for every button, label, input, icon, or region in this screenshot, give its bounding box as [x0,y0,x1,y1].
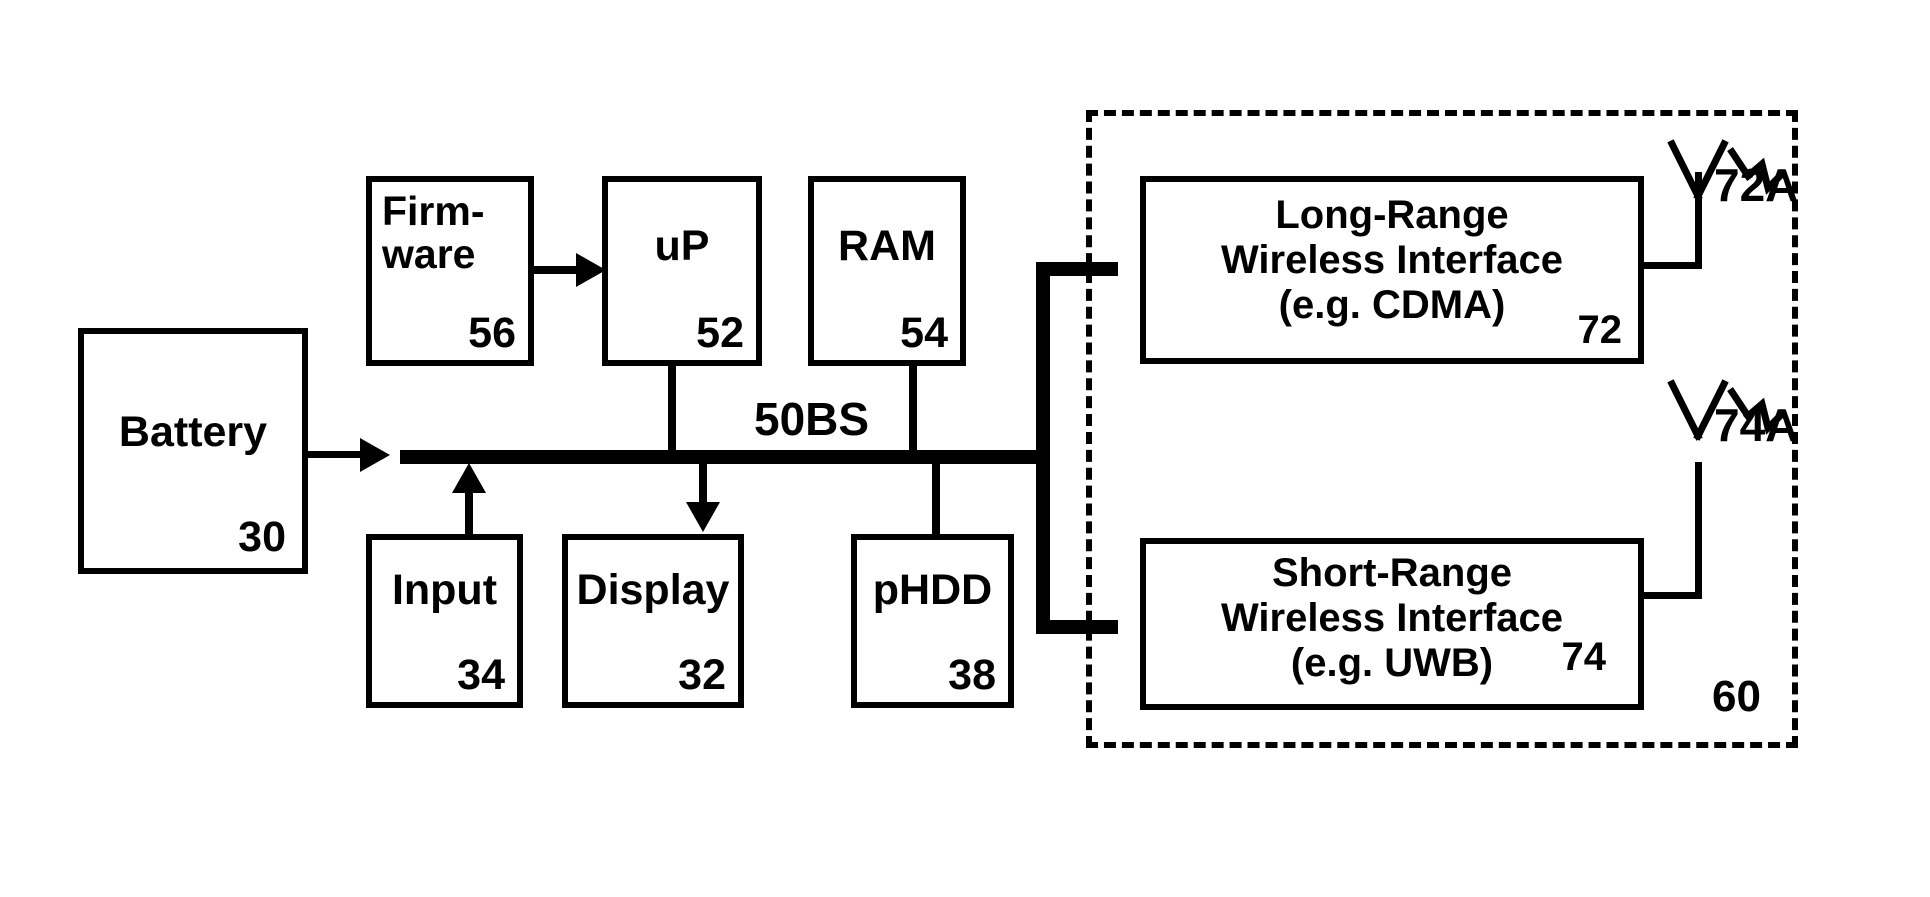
input-to-bus-line [465,492,473,536]
up-to-bus-line [668,366,676,456]
short-range-antenna-ref-label: 74A [1714,399,1799,451]
ram-block[interactable]: RAM 54 [808,176,966,366]
firmware-to-up-arrowhead [576,253,606,287]
system-bus-right-trunk [1036,262,1050,634]
block-diagram-figure: 60 Battery 30 Firm- ware 56 uP 52 RAM 54… [0,0,1930,897]
long-range-wireless-interface-label: Long-Range Wireless Interface (e.g. CDMA… [1220,193,1564,327]
battery-block[interactable]: Battery 30 [78,328,308,574]
long-range-wireless-interface-ref: 72 [1577,308,1623,352]
wireless-enclosure-ref-label: 60 [1712,672,1761,721]
ram-block-ref: 54 [900,309,948,357]
microprocessor-block-label: uP [654,222,710,270]
battery-to-bus-arrowhead [360,438,390,472]
input-block-label: Input [391,566,498,614]
display-block-ref: 32 [678,651,726,699]
firmware-block-ref: 56 [468,309,516,357]
ram-to-bus-line [909,366,917,456]
long-range-antenna-feed-line [1644,262,1702,269]
phdd-block-label: pHDD [872,566,993,614]
display-block[interactable]: Display 32 [562,534,744,708]
bus-branch-short-range [1036,620,1118,634]
bus-to-display-line [699,462,707,506]
firmware-block-label: Firm- ware [382,188,485,278]
display-block-label: Display [576,566,730,614]
ram-block-label: RAM [838,222,936,270]
long-range-wireless-interface-block[interactable]: Long-Range Wireless Interface (e.g. CDMA… [1140,176,1644,364]
short-range-antenna-feed-line [1644,592,1702,599]
microprocessor-block-ref: 52 [696,309,744,357]
input-block-ref: 34 [457,651,505,699]
input-block[interactable]: Input 34 [366,534,523,708]
system-bus-line [400,450,1050,464]
bus-to-display-arrowhead [686,502,720,532]
battery-block-ref: 30 [238,513,286,561]
phdd-block[interactable]: pHDD 38 [851,534,1014,708]
short-range-wireless-interface-ref: 74 [1561,635,1607,679]
microprocessor-block[interactable]: uP 52 [602,176,762,366]
short-range-wireless-interface-block[interactable]: Short-Range Wireless Interface (e.g. UWB… [1140,538,1644,710]
system-bus-label: 50BS [754,393,870,445]
phdd-to-bus-line [932,462,940,536]
bus-branch-long-range [1036,262,1118,276]
long-range-antenna-ref-label: 72A [1714,159,1799,211]
firmware-block[interactable]: Firm- ware 56 [366,176,534,366]
input-to-bus-arrowhead [452,463,486,493]
battery-block-label: Battery [118,408,268,456]
phdd-block-ref: 38 [948,651,996,699]
